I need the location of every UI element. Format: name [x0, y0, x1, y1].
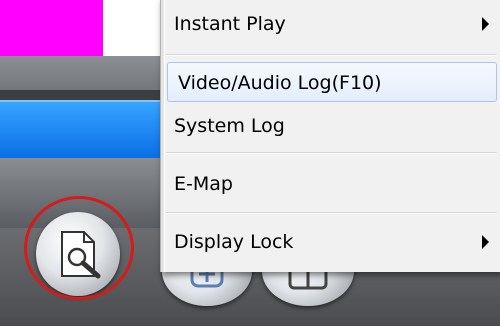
menu-item-display-lock[interactable]: Display Lock [164, 222, 500, 262]
menu-item-instant-play[interactable]: Instant Play [164, 4, 500, 44]
menu-item-system-log[interactable]: System Log [164, 106, 500, 146]
context-menu: Instant Play Video/Audio Log(F10) System… [160, 0, 500, 272]
color-panel-magenta [0, 0, 103, 56]
panel-edge [103, 0, 160, 56]
menu-separator [166, 212, 497, 214]
menu-item-label: Video/Audio Log(F10) [178, 72, 382, 94]
menu-item-label: E-Map [174, 173, 233, 195]
menu-separator [166, 152, 497, 154]
submenu-arrow-icon [482, 17, 489, 31]
menu-item-label: System Log [174, 115, 285, 137]
highlight-circle [24, 196, 134, 300]
menu-item-label: Instant Play [174, 13, 286, 35]
submenu-arrow-icon [482, 235, 489, 249]
menu-item-video-audio-log[interactable]: Video/Audio Log(F10) [167, 62, 497, 102]
menu-separator [166, 54, 497, 56]
menu-item-e-map[interactable]: E-Map [164, 164, 500, 204]
menu-item-label: Display Lock [174, 231, 294, 253]
divider [0, 90, 160, 100]
selected-channel-bar[interactable] [0, 100, 160, 158]
